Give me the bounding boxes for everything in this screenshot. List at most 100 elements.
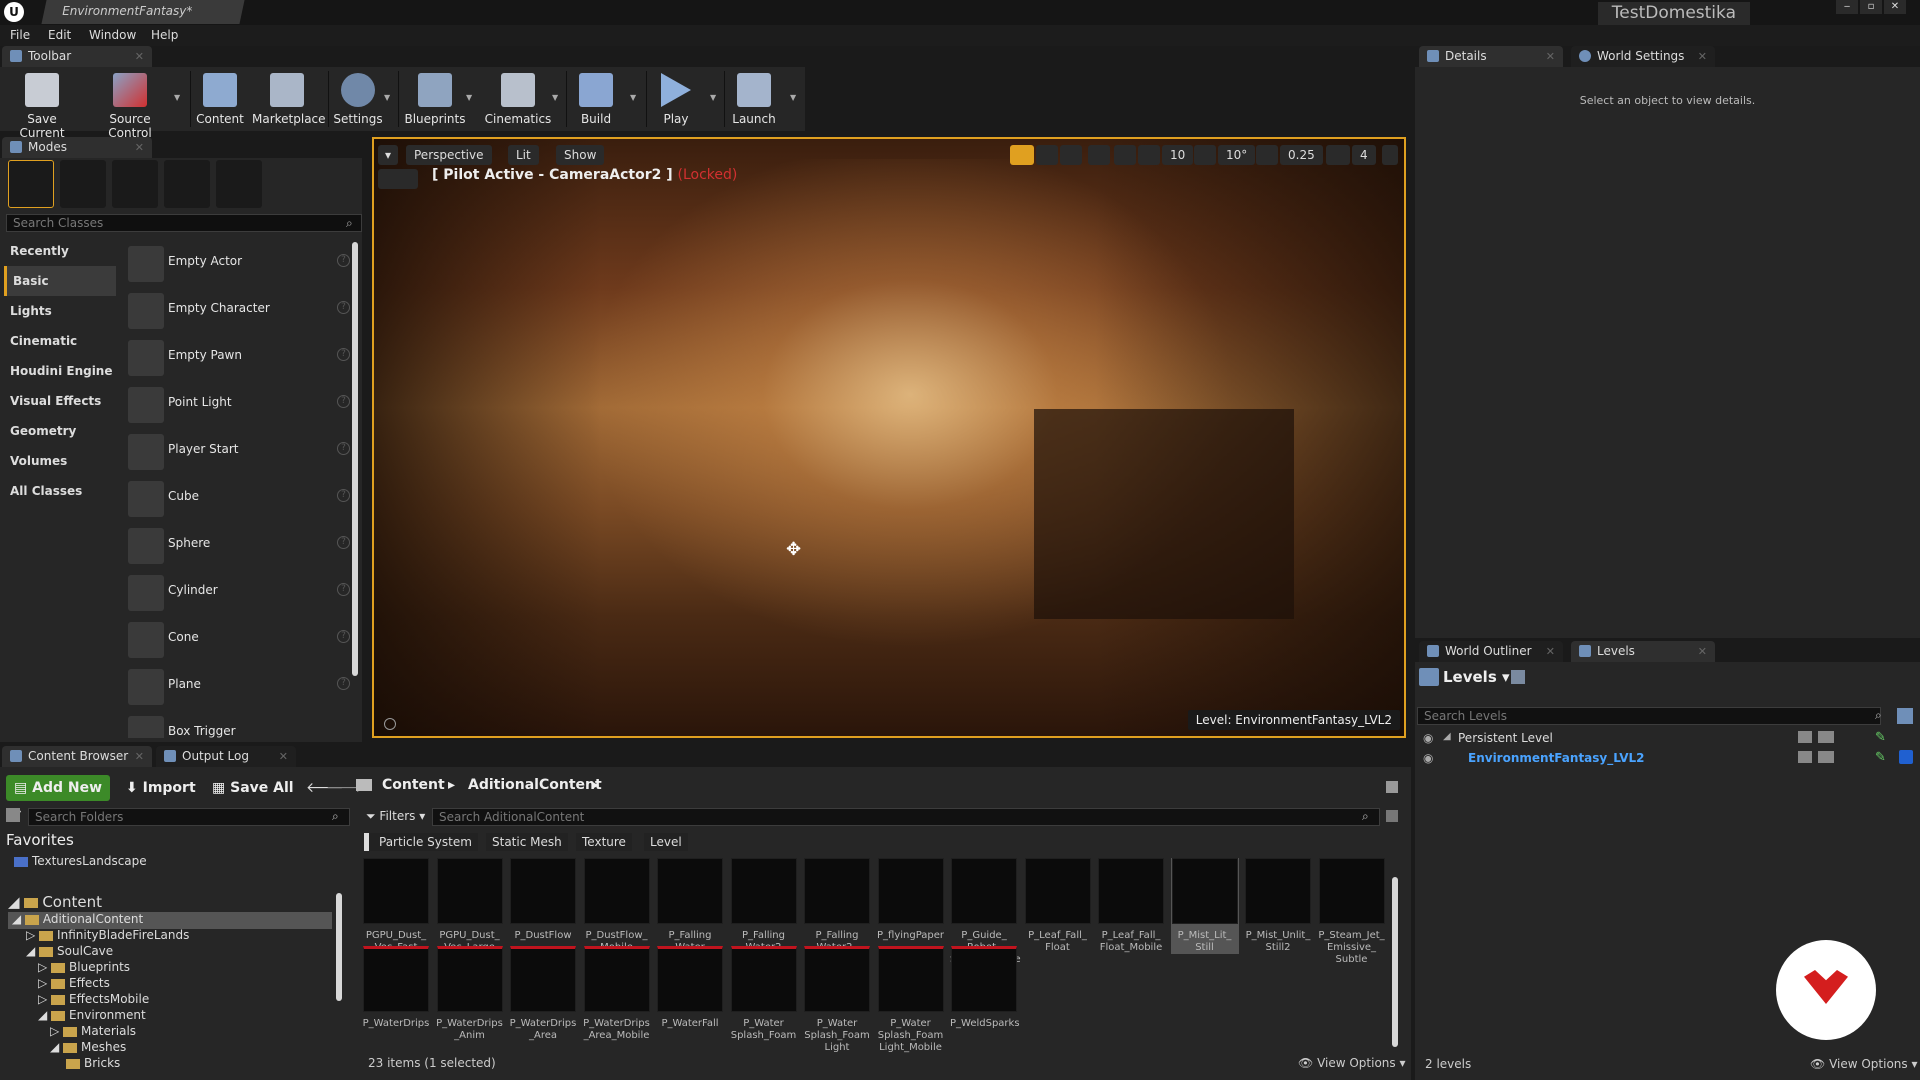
asset-tile[interactable]: P_Falling Water2 xyxy=(730,858,798,954)
tab-toolbar[interactable]: Toolbar ✕ xyxy=(2,46,152,67)
breadcrumb-content[interactable]: Content xyxy=(382,777,445,793)
tree-content[interactable]: ◢ Content xyxy=(8,893,102,911)
camera-speed-icon[interactable] xyxy=(1326,145,1350,165)
grid-snap-value[interactable]: 10 xyxy=(1162,145,1194,165)
filters-dropdown[interactable]: ⏷ Filters ▾ xyxy=(366,809,425,824)
filter-chip-level[interactable]: Level xyxy=(644,833,688,851)
maximize-viewport-icon[interactable] xyxy=(1382,145,1398,165)
menu-window[interactable]: Window xyxy=(89,28,136,42)
close-icon[interactable]: ✕ xyxy=(1546,46,1555,67)
show-button[interactable]: Show xyxy=(556,145,605,165)
translate-icon[interactable] xyxy=(1010,145,1034,165)
asset-tile[interactable]: P_Water Splash_Foam xyxy=(730,946,798,1042)
tree-environment[interactable]: ◢ Environment xyxy=(38,1008,146,1022)
lock-icon[interactable] xyxy=(1386,781,1398,793)
actor-player-start[interactable]: Player Start? xyxy=(124,428,350,474)
marketplace-button[interactable]: Marketplace xyxy=(252,69,326,129)
close-button[interactable]: ✕ xyxy=(1884,0,1906,14)
close-icon[interactable]: ✕ xyxy=(1546,641,1555,662)
help-icon[interactable]: ? xyxy=(337,489,350,502)
grid-snap-icon[interactable] xyxy=(1138,145,1160,165)
help-icon[interactable]: ? xyxy=(337,254,350,267)
asset-tile[interactable]: PGPU_Dust_ Vec_Fast xyxy=(362,858,430,954)
tab-output-log[interactable]: Output Log ✕ xyxy=(156,746,296,767)
foliage-mode-icon[interactable] xyxy=(164,160,210,208)
tree-blueprints[interactable]: ▷ Blueprints xyxy=(38,960,130,974)
category-cinematic[interactable]: Cinematic xyxy=(4,326,116,356)
blueprints-button[interactable]: Blueprints xyxy=(402,69,468,129)
menu-edit[interactable]: Edit xyxy=(48,28,71,42)
lock-icon[interactable] xyxy=(1798,751,1812,763)
search-classes-input[interactable]: Search Classes xyxy=(6,214,362,232)
menu-help[interactable]: Help xyxy=(151,28,178,42)
launch-dropdown-icon[interactable]: ▼ xyxy=(790,93,796,102)
save-search-icon[interactable] xyxy=(1386,810,1398,822)
rotation-snap-icon[interactable] xyxy=(1194,145,1216,165)
close-icon[interactable]: ✕ xyxy=(135,46,144,67)
sources-toggle-icon[interactable] xyxy=(6,808,20,822)
asset-tile[interactable]: P_Mist_Lit_ Still xyxy=(1170,858,1239,954)
paint-mode-icon[interactable] xyxy=(60,160,106,208)
place-mode-icon[interactable] xyxy=(8,160,54,208)
tab-content-browser[interactable]: Content Browser ✕ xyxy=(2,746,152,767)
asset-tile[interactable]: P_WaterDrips _Area xyxy=(509,946,577,1042)
surface-snap-icon[interactable] xyxy=(1114,145,1136,165)
cinematics-dropdown-icon[interactable]: ▼ xyxy=(552,93,558,102)
tree-infinityblade[interactable]: ▷ InfinityBladeFireLands xyxy=(26,928,189,942)
perspective-button[interactable]: Perspective xyxy=(406,145,492,165)
actor-box-trigger[interactable]: Box Trigger xyxy=(124,710,350,738)
help-icon[interactable]: ? xyxy=(337,301,350,314)
build-button[interactable]: Build xyxy=(572,69,620,129)
rotate-icon[interactable] xyxy=(1036,145,1058,165)
landscape-mode-icon[interactable] xyxy=(112,160,158,208)
add-new-button[interactable]: ▤ Add New ▾ xyxy=(6,775,110,822)
actor-plane[interactable]: Plane? xyxy=(124,663,350,709)
category-basic[interactable]: Basic xyxy=(4,266,116,296)
close-icon[interactable]: ✕ xyxy=(1698,641,1707,662)
asset-tile[interactable]: P_Water Splash_Foam Light xyxy=(803,946,871,1054)
scale-snap-icon[interactable] xyxy=(1256,145,1278,165)
actor-point-light[interactable]: Point Light? xyxy=(124,381,350,427)
source-control-button[interactable]: Source Control xyxy=(86,69,174,140)
help-icon[interactable]: ? xyxy=(337,677,350,690)
save-level-icon[interactable] xyxy=(1818,751,1834,763)
actor-cube[interactable]: Cube? xyxy=(124,475,350,521)
tab-world-settings[interactable]: World Settings ✕ xyxy=(1571,46,1715,67)
close-icon[interactable]: ✕ xyxy=(279,746,288,767)
tree-effects[interactable]: ▷ Effects xyxy=(38,976,110,990)
category-visual-effects[interactable]: Visual Effects xyxy=(4,386,116,416)
modes-scrollbar[interactable] xyxy=(352,242,358,676)
levels-view-options[interactable]: 👁 View Options ▾ xyxy=(1810,1057,1918,1071)
asset-tile[interactable]: P_Water Splash_Foam Light_Mobile xyxy=(877,946,945,1054)
favorite-item[interactable]: TexturesLandscape xyxy=(14,854,147,868)
play-button[interactable]: Play xyxy=(652,69,700,129)
tree-meshes[interactable]: ◢ Meshes xyxy=(50,1040,126,1054)
asset-tile[interactable]: P_WeldSparks xyxy=(950,946,1020,1030)
asset-tile[interactable]: P_Falling Water xyxy=(656,858,724,954)
actor-empty-actor[interactable]: Empty Actor? xyxy=(124,240,350,286)
close-icon[interactable]: ✕ xyxy=(1698,46,1707,67)
assets-scrollbar[interactable] xyxy=(1392,877,1398,1047)
cinematics-button[interactable]: Cinematics xyxy=(482,69,554,129)
level-row-environmentfantasy[interactable]: ◉ EnvironmentFantasy_LVL2 ✎ xyxy=(1415,748,1920,768)
help-icon[interactable]: ? xyxy=(337,630,350,643)
asset-tile[interactable]: PGPU_Dust_ Vec_Large xyxy=(436,858,504,954)
tree-soulcave[interactable]: ◢ SoulCave xyxy=(26,944,113,958)
tab-details[interactable]: Details ✕ xyxy=(1419,46,1563,67)
level-row-persistent[interactable]: ◉ ◢ Persistent Level ✎ xyxy=(1415,728,1920,748)
category-geometry[interactable]: Geometry xyxy=(4,416,116,446)
save-all-button[interactable]: ▦ Save All xyxy=(204,775,302,801)
build-dropdown-icon[interactable]: ▼ xyxy=(630,93,636,102)
actor-cone[interactable]: Cone? xyxy=(124,616,350,662)
help-icon[interactable]: ? xyxy=(337,395,350,408)
blueprints-dropdown-icon[interactable]: ▼ xyxy=(466,93,472,102)
asset-tile[interactable]: P_Leaf_Fall_ Float xyxy=(1024,858,1092,954)
close-icon[interactable]: ✕ xyxy=(135,746,144,767)
level-viewport[interactable]: ▾ Perspective Lit Show 10 10° 0.25 4 [ P… xyxy=(372,137,1406,738)
tree-effectsmobile[interactable]: ▷ EffectsMobile xyxy=(38,992,149,1006)
folders-scrollbar[interactable] xyxy=(336,893,342,1001)
scale-snap-value[interactable]: 0.25 xyxy=(1280,145,1323,165)
tree-bricks[interactable]: Bricks xyxy=(66,1056,120,1070)
category-recently-placed[interactable]: Recently Placed xyxy=(4,236,116,288)
menu-file[interactable]: File xyxy=(10,28,30,42)
